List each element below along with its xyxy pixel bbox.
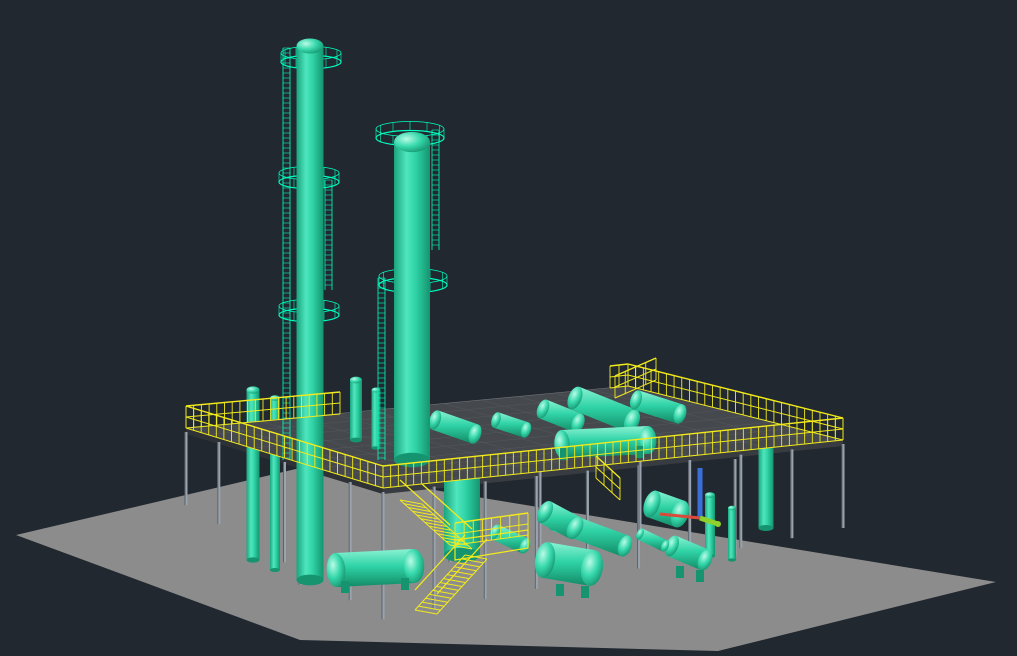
ground-plane[interactable] <box>16 468 996 651</box>
vertical-vessel <box>350 380 362 440</box>
reactor-vessel-base <box>444 547 480 563</box>
column-shell-head <box>296 38 324 54</box>
vertical-vessel-head <box>246 386 260 394</box>
vessel-saddle <box>341 581 349 593</box>
vertical-vessel-base <box>270 568 280 572</box>
cad-3d-viewport[interactable] <box>0 0 1017 656</box>
ucs-y-tip <box>715 521 721 527</box>
vertical-vessel-base <box>728 558 736 562</box>
vertical-vessel-base <box>350 437 362 443</box>
vertical-vessel <box>246 390 260 560</box>
vertical-vessel-head <box>728 505 736 511</box>
column-shell-head <box>394 131 430 153</box>
vessel-saddle <box>401 578 409 590</box>
column-shell <box>394 142 430 460</box>
toe-plate <box>595 477 621 501</box>
column-shell-base <box>296 574 324 586</box>
vertical-vessel <box>371 390 381 448</box>
drum-leg <box>636 446 644 458</box>
vessel-saddle <box>696 570 704 582</box>
vertical-vessel <box>728 508 736 560</box>
vertical-vessel-base <box>246 557 260 563</box>
vertical-vessel-base <box>758 525 774 531</box>
column-shell <box>296 46 324 580</box>
vertical-vessel-head <box>350 376 362 384</box>
vertical-vessel <box>705 495 715 556</box>
vessel-saddle <box>581 586 589 598</box>
vessel-saddle <box>676 566 684 578</box>
column-shell-base <box>394 452 430 468</box>
vertical-vessel-head <box>705 492 715 498</box>
vessel-saddle <box>556 584 564 596</box>
